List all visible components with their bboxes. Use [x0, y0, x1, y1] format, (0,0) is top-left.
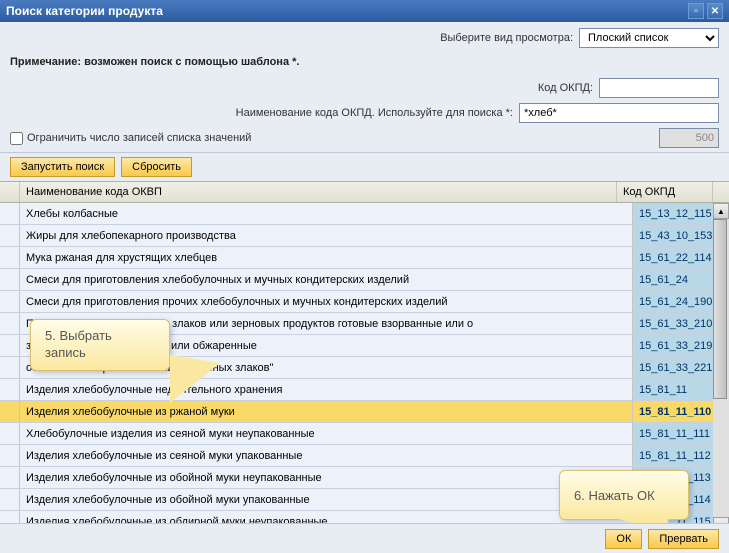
table-row[interactable]: Мука ржаная для хрустящих хлебцев15_61_2… — [0, 247, 729, 269]
titlebar: Поиск категории продукта ▫ ✕ — [0, 0, 729, 22]
row-name: Изделия хлебобулочные из сеяной муки упа… — [20, 445, 633, 466]
grid-header: Наименование кода ОКВП Код ОКПД — [0, 181, 729, 203]
table-row[interactable]: Изделия хлебобулочные из сеяной муки упа… — [0, 445, 729, 467]
scrollbar[interactable]: ▲ ▼ — [713, 203, 729, 533]
row-name: Смеси для приготовления хлебобулочных и … — [20, 269, 633, 290]
action-row: Запустить поиск Сбросить — [0, 153, 729, 181]
minimize-icon[interactable]: ▫ — [688, 3, 704, 19]
row-name: Мука ржаная для хрустящих хлебцев — [20, 247, 633, 268]
row-name: Смеси для приготовления прочих хлебобуло… — [20, 291, 633, 312]
footer: ОК Прервать — [0, 523, 729, 553]
ok-button[interactable]: ОК — [605, 529, 642, 549]
table-row[interactable]: Жиры для хлебопекарного производства15_4… — [0, 225, 729, 247]
callout-ok: 6. Нажать ОК — [559, 470, 689, 520]
code-label: Код ОКПД: — [538, 82, 593, 94]
row-name: Изделия хлебобулочные из обойной муки не… — [20, 467, 633, 488]
row-name: Изделия хлебобулочные недлительного хран… — [20, 379, 633, 400]
limit-checkbox[interactable] — [10, 132, 23, 145]
run-search-button[interactable]: Запустить поиск — [10, 157, 115, 177]
note-text: Примечание: возможен поиск с помощью шаб… — [10, 56, 719, 68]
close-icon[interactable]: ✕ — [707, 3, 723, 19]
name-label: Наименование кода ОКПД. Используйте для … — [236, 107, 513, 119]
limit-label: Ограничить число записей списка значений — [27, 132, 251, 144]
header-code[interactable]: Код ОКПД — [617, 182, 713, 202]
header-name[interactable]: Наименование кода ОКВП — [20, 182, 617, 202]
scroll-thumb[interactable] — [713, 219, 727, 399]
table-row[interactable]: Смеси для приготовления хлебобулочных и … — [0, 269, 729, 291]
callout-select: 5. Выбрать запись — [30, 319, 170, 371]
reset-button[interactable]: Сбросить — [121, 157, 192, 177]
row-name: Хлебы колбасные — [20, 203, 633, 224]
row-name: Хлебобулочные изделия из сеяной муки неу… — [20, 423, 633, 444]
cancel-button[interactable]: Прервать — [648, 529, 719, 549]
view-select[interactable]: Плоский список — [579, 28, 719, 48]
row-name: Изделия хлебобулочные из обойной муки уп… — [20, 489, 633, 510]
view-label: Выберите вид просмотра: — [440, 32, 573, 44]
scroll-up-icon[interactable]: ▲ — [713, 203, 729, 219]
code-input[interactable] — [599, 78, 719, 98]
filter-panel: Выберите вид просмотра: Плоский список П… — [0, 22, 729, 153]
callout-pointer-1 — [170, 355, 220, 403]
table-row[interactable]: Изделия хлебобулочные недлительного хран… — [0, 379, 729, 401]
table-row[interactable]: Хлебобулочные изделия из сеяной муки неу… — [0, 423, 729, 445]
search-input[interactable] — [519, 103, 719, 123]
row-name: Изделия хлебобулочные из ржаной муки — [20, 401, 633, 422]
limit-input — [659, 128, 719, 148]
window-title: Поиск категории продукта — [6, 4, 685, 18]
row-name: Жиры для хлебопекарного производства — [20, 225, 633, 246]
table-row[interactable]: Хлебы колбасные15_13_12_115 — [0, 203, 729, 225]
scroll-track[interactable] — [713, 219, 729, 517]
table-row[interactable]: Смеси для приготовления прочих хлебобуло… — [0, 291, 729, 313]
table-row[interactable]: Изделия хлебобулочные из ржаной муки15_8… — [0, 401, 729, 423]
